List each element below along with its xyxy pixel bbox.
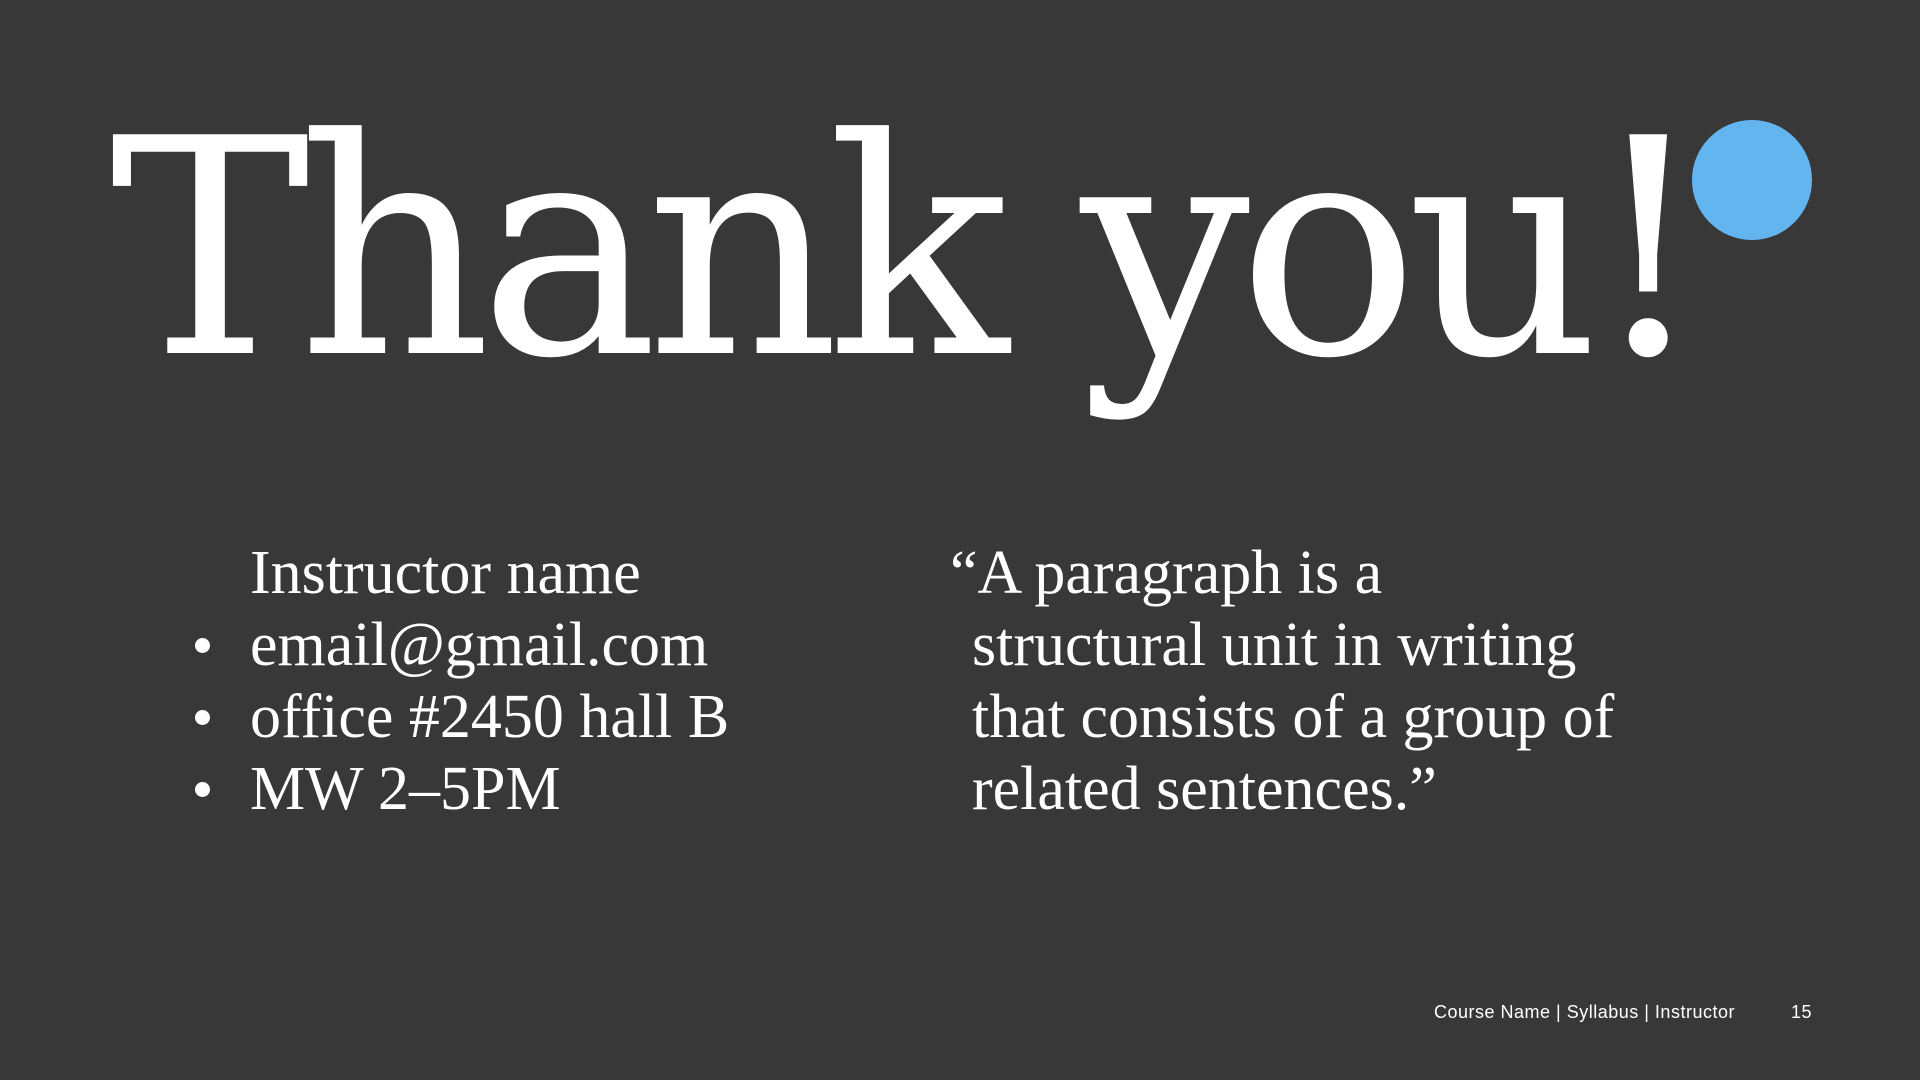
quote-line: “A paragraph is a xyxy=(950,539,1383,607)
slide-footer: Course Name | Syllabus | Instructor 15 xyxy=(1300,1002,1812,1023)
contact-office: office #2450 hall B xyxy=(195,681,870,753)
instructor-contact: Instructor name email@gmail.com office #… xyxy=(195,537,870,825)
page-number: 15 xyxy=(1790,1002,1812,1022)
instructor-name: Instructor name xyxy=(250,539,641,607)
contact-office-text: office #2450 hall B xyxy=(250,683,730,751)
quote-line: related sentences.” xyxy=(972,755,1437,823)
quote-block: “A paragraph is a structural unit in wri… xyxy=(950,537,1710,825)
bullet-icon xyxy=(195,638,210,653)
contact-email-text: email@gmail.com xyxy=(250,611,709,679)
accent-circle xyxy=(1692,120,1812,240)
contact-office-hours: MW 2–5PM xyxy=(195,753,870,825)
bullet-icon xyxy=(195,710,210,725)
contact-office-hours-text: MW 2–5PM xyxy=(250,755,561,823)
slide: Thank you! Instructor name email@gmail.c… xyxy=(0,0,1920,1080)
quote-line: structural unit in writing xyxy=(972,611,1577,679)
bullet-icon xyxy=(195,782,210,797)
slide-title: Thank you! xyxy=(110,75,1708,424)
contact-email: email@gmail.com xyxy=(195,609,870,681)
footer-text: Course Name | Syllabus | Instructor xyxy=(1434,1002,1735,1022)
quote-line: that consists of a group of xyxy=(972,683,1615,751)
contact-list: email@gmail.com office #2450 hall B MW 2… xyxy=(195,609,870,825)
